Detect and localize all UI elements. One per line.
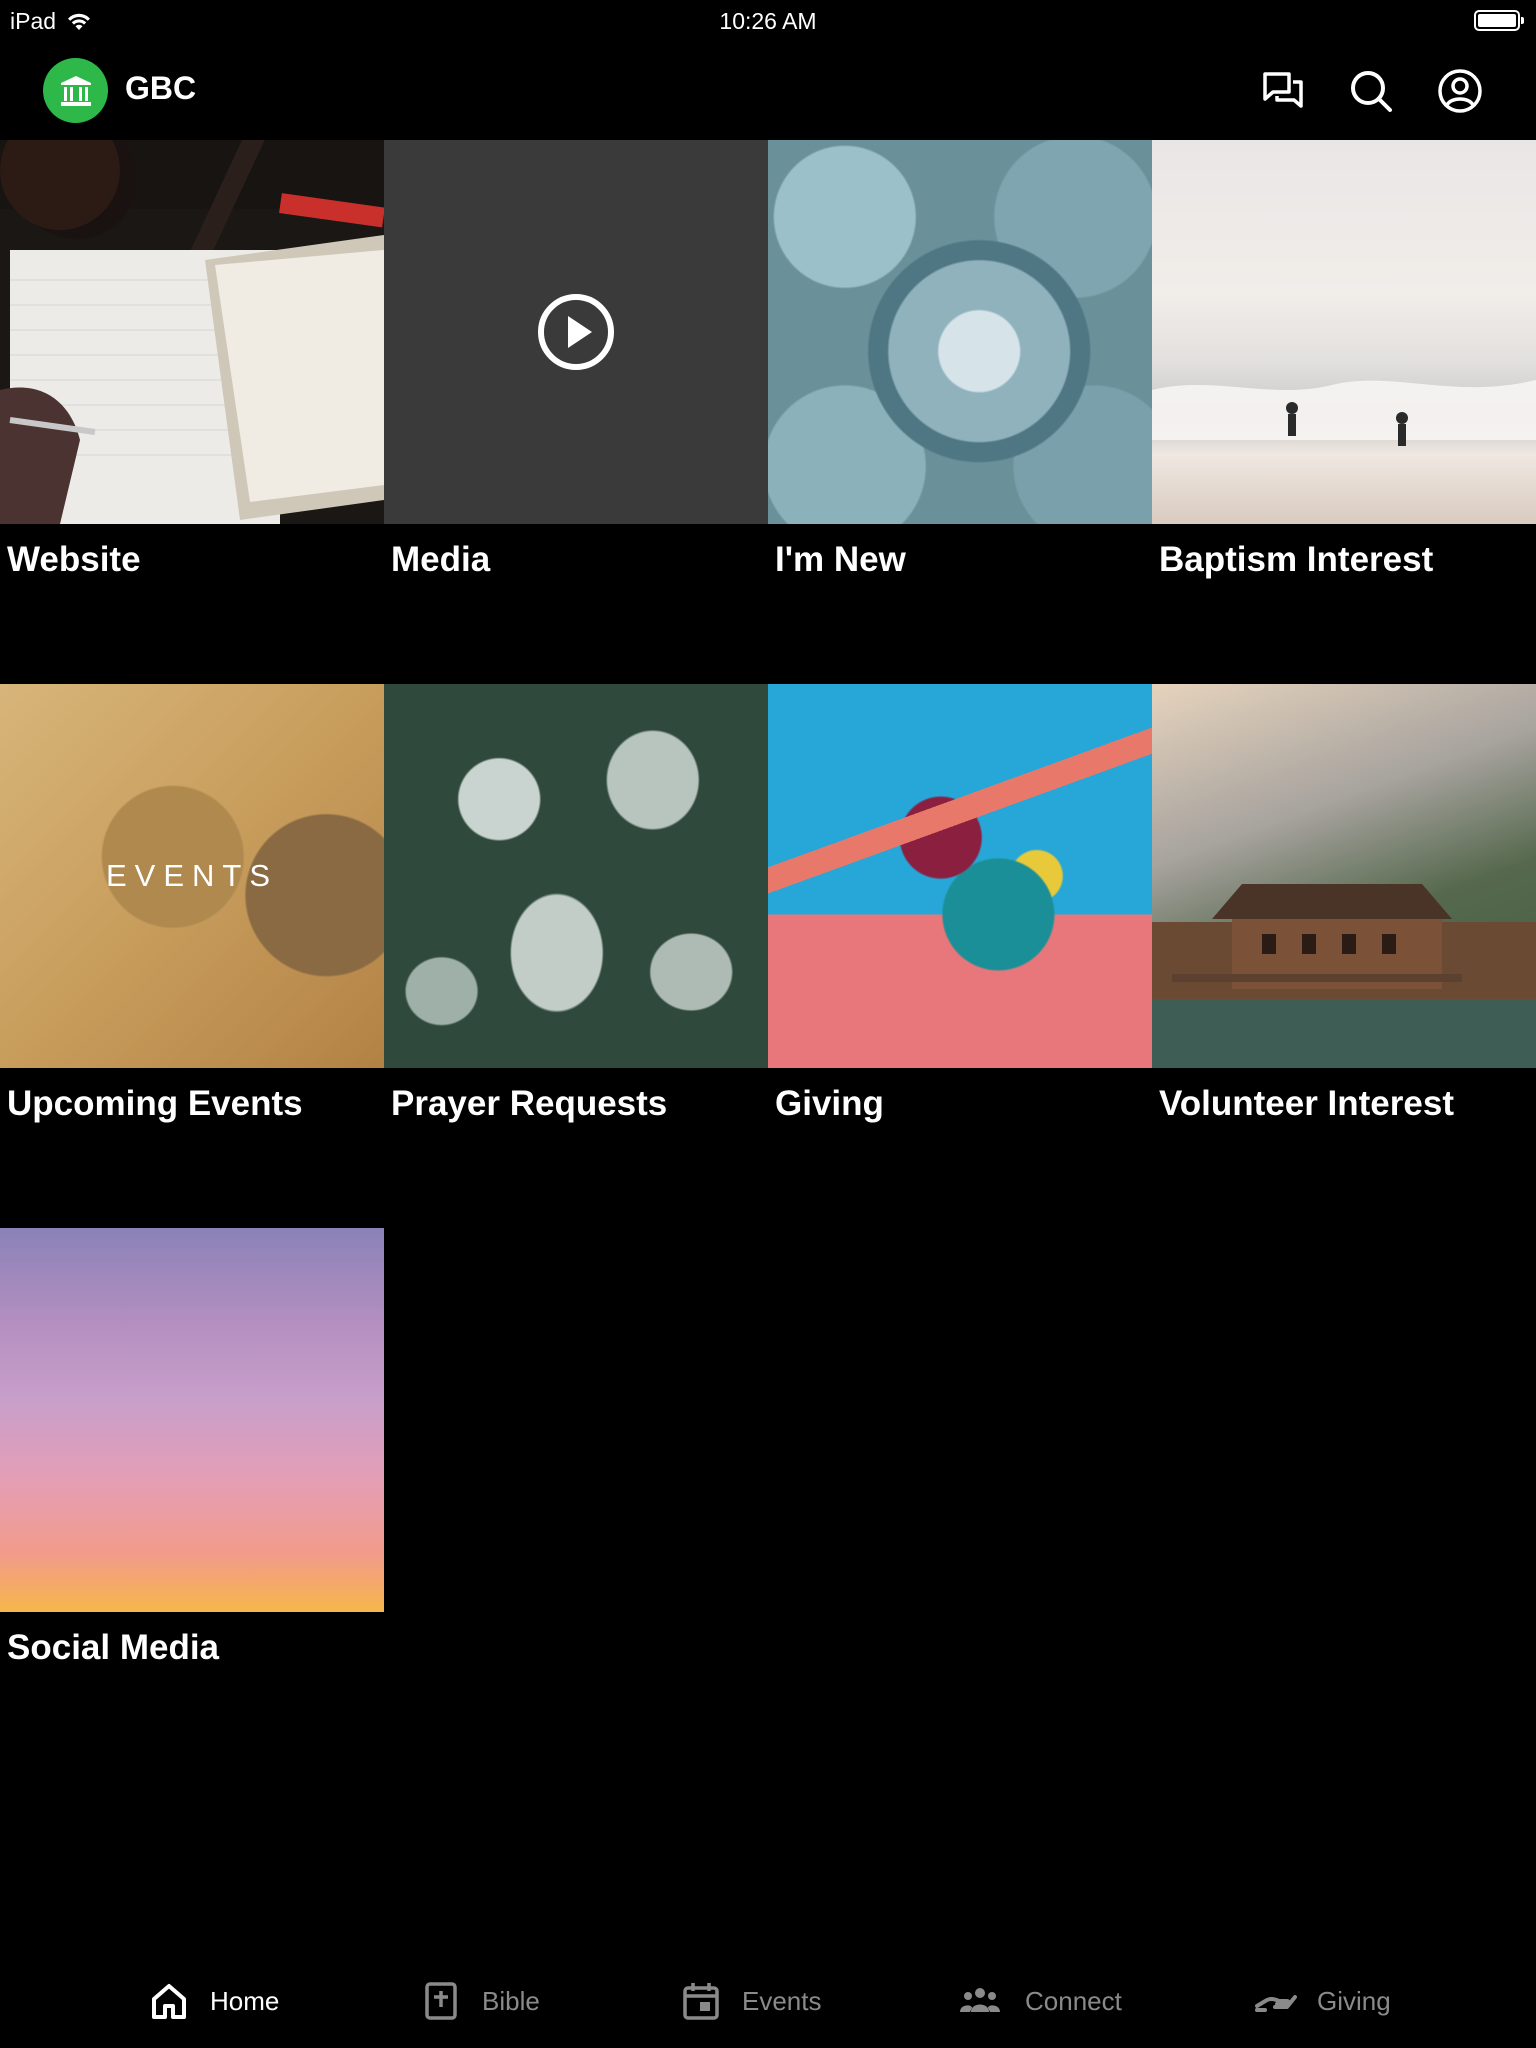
tab-giving[interactable]: Giving: [1255, 1978, 1391, 2024]
tile-image-leaves: [384, 684, 768, 1068]
surfers-illustration: [1152, 380, 1536, 446]
tile-volunteer-interest[interactable]: Volunteer Interest: [1152, 684, 1536, 1229]
tile-image-lake-cabin: [1152, 684, 1536, 1068]
tab-events[interactable]: Events: [680, 1978, 822, 2024]
profile-button[interactable]: [1437, 68, 1483, 114]
bottom-tab-bar: Home Bible Events Connect Giving: [0, 1960, 1536, 2048]
tab-label: Events: [742, 1985, 822, 2016]
tile-website[interactable]: Website: [0, 140, 384, 685]
tile-label: Prayer Requests: [391, 1084, 668, 1123]
events-overlay-text: EVENTS: [105, 858, 279, 893]
people-icon: [960, 1988, 1000, 2012]
tile-image-succulent: [768, 140, 1152, 524]
tile-label: Volunteer Interest: [1159, 1084, 1454, 1123]
tab-bible[interactable]: Bible: [420, 1978, 540, 2024]
tab-label: Home: [210, 1985, 280, 2016]
tile-image-sunset-sky: [0, 1228, 384, 1612]
tile-label: Giving: [775, 1084, 884, 1123]
tab-connect[interactable]: Connect: [955, 1978, 1122, 2024]
tab-home[interactable]: Home: [148, 1978, 279, 2024]
tile-image-hands-mural: [768, 684, 1152, 1068]
status-bar: iPad 10:26 AM: [0, 0, 1536, 40]
giving-hand-icon: [1255, 1995, 1297, 2012]
tile-label: Baptism Interest: [1159, 540, 1434, 579]
play-circle-icon: [538, 294, 614, 370]
messages-button[interactable]: [1260, 68, 1306, 114]
tab-label: Bible: [482, 1985, 540, 2016]
church-building-icon: [60, 75, 91, 106]
tile-image-beach: [1152, 140, 1536, 524]
bible-icon: [425, 1982, 457, 2020]
tile-prayer-requests[interactable]: Prayer Requests: [384, 684, 768, 1229]
tile-label: Media: [391, 540, 491, 579]
search-button[interactable]: [1348, 68, 1394, 114]
tile-giving[interactable]: Giving: [768, 684, 1152, 1229]
search-icon: [1351, 71, 1392, 112]
tile-image-events: EVENTS: [0, 684, 384, 1068]
tile-media[interactable]: Media: [384, 140, 768, 685]
tile-label: Social Media: [7, 1628, 220, 1667]
tile-image-website: [0, 140, 384, 524]
tab-label: Connect: [1025, 1985, 1122, 2016]
tile-im-new[interactable]: I'm New: [768, 140, 1152, 685]
notebook-bible-illustration: [0, 140, 384, 524]
tile-social-media[interactable]: Social Media: [0, 1228, 384, 1773]
messages-icon: [1263, 72, 1303, 108]
app-header: GBC: [0, 40, 1536, 140]
tile-label: Upcoming Events: [7, 1084, 303, 1123]
app-logo[interactable]: [43, 58, 108, 123]
cabin-illustration: [1172, 884, 1462, 989]
battery-icon: [1474, 10, 1524, 31]
tile-label: I'm New: [775, 540, 906, 579]
profile-icon: [1438, 69, 1482, 113]
tile-baptism-interest[interactable]: Baptism Interest: [1152, 140, 1536, 685]
status-time: 10:26 AM: [719, 8, 817, 34]
app-title: GBC: [125, 70, 197, 106]
tab-label: Giving: [1317, 1985, 1391, 2016]
tile-upcoming-events[interactable]: EVENTS Upcoming Events: [0, 684, 384, 1229]
tile-label: Website: [7, 540, 141, 579]
home-icon: [152, 1984, 186, 2019]
tile-image-media: [384, 140, 768, 524]
calendar-icon: [683, 1983, 719, 2020]
